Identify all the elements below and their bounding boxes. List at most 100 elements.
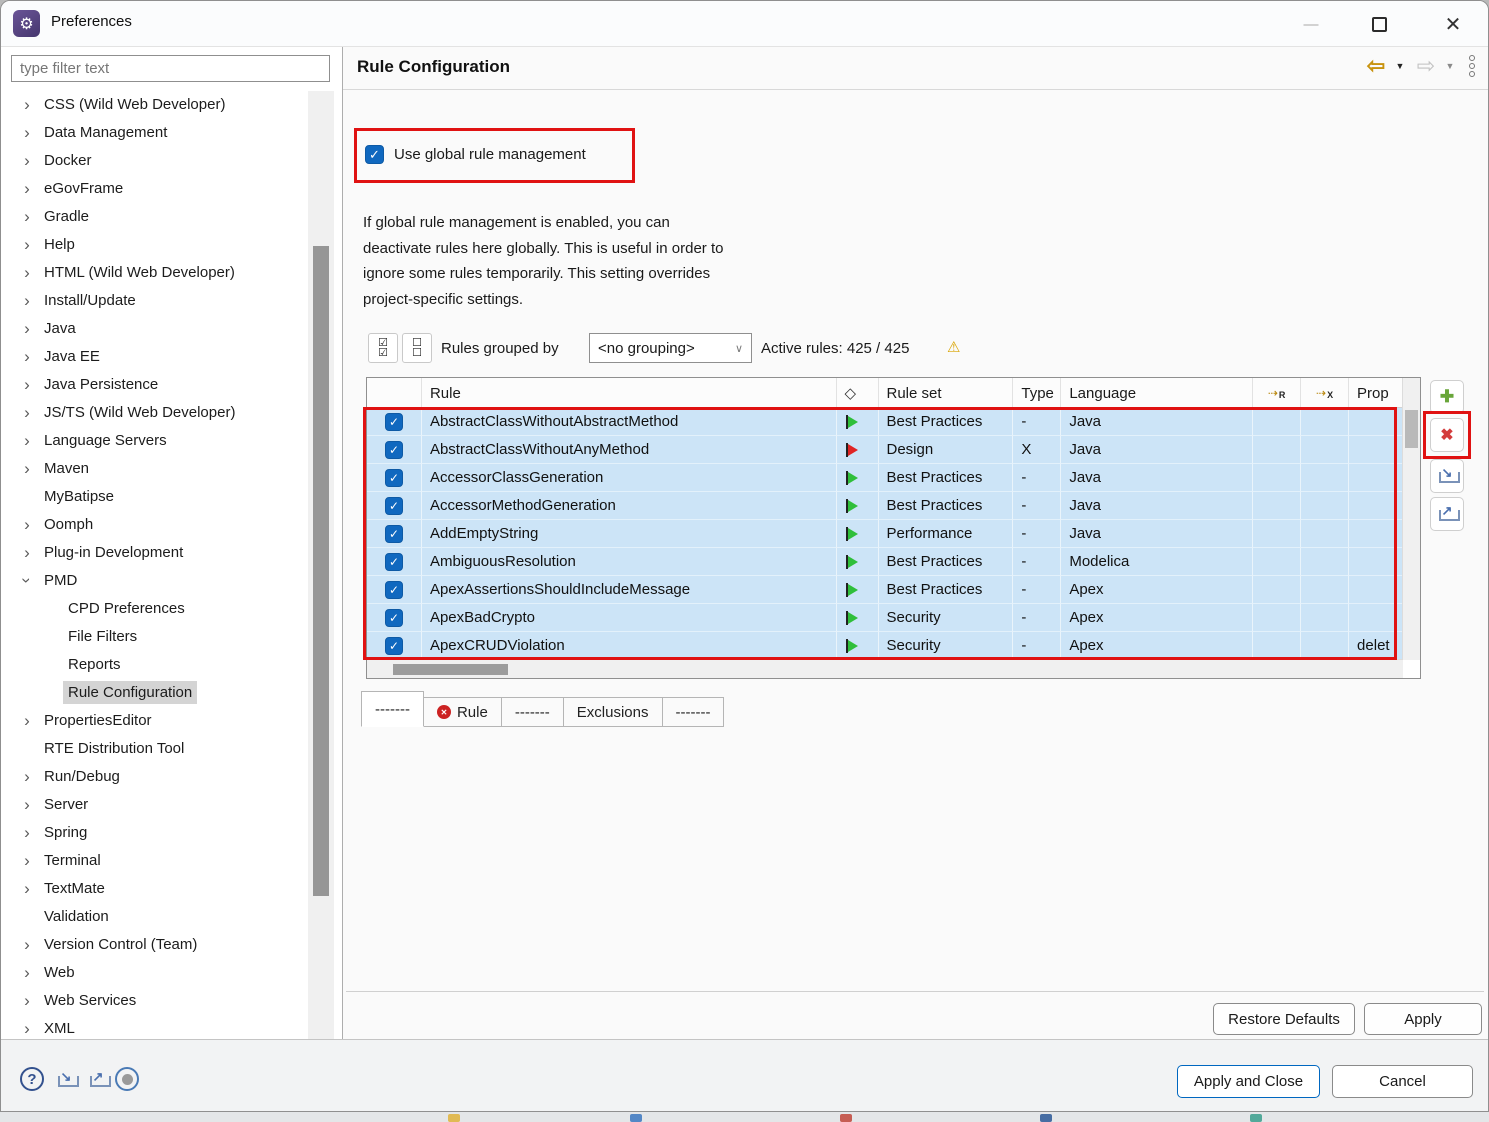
sidebar-item-js-ts-wild-web-developer[interactable]: ›JS/TS (Wild Web Developer) <box>1 398 307 426</box>
sidebar-item-install-update[interactable]: ›Install/Update <box>1 286 307 314</box>
rule-checkbox[interactable]: ✓ <box>385 553 403 571</box>
column-header-name[interactable]: Rule <box>422 378 837 408</box>
column-header-fr[interactable]: ⇢R <box>1253 378 1301 408</box>
sidebar-item-rule-configuration[interactable]: Rule Configuration <box>1 678 307 706</box>
sidebar-item-terminal[interactable]: ›Terminal <box>1 846 307 874</box>
forward-history-dropdown-icon[interactable]: ▼ <box>1441 53 1459 79</box>
tree-chevron-icon[interactable]: › <box>15 292 39 309</box>
import-preferences-button[interactable]: ↘ <box>53 1067 79 1093</box>
tree-chevron-icon[interactable]: › <box>15 712 39 729</box>
import-rules-button[interactable]: ↘ <box>1430 459 1464 493</box>
rule-checkbox-cell[interactable]: ✓ <box>367 576 422 604</box>
column-header-ruleset[interactable]: Rule set <box>879 378 1014 408</box>
sidebar-item-server[interactable]: ›Server <box>1 790 307 818</box>
column-header-flag[interactable]: ◇ <box>837 378 879 408</box>
rule-checkbox[interactable]: ✓ <box>385 637 403 655</box>
rule-checkbox-cell[interactable]: ✓ <box>367 520 422 548</box>
sidebar-item-maven[interactable]: ›Maven <box>1 454 307 482</box>
column-header-fx[interactable]: ⇢X <box>1301 378 1349 408</box>
deselect-all-rules-button[interactable]: ☐ ☐ <box>402 333 432 363</box>
sidebar-item-docker[interactable]: ›Docker <box>1 146 307 174</box>
rule-checkbox[interactable]: ✓ <box>385 497 403 515</box>
view-menu-icon[interactable] <box>1464 53 1480 79</box>
select-all-rules-button[interactable]: ☑ ☑ <box>368 333 398 363</box>
tab-rule[interactable]: ✕Rule <box>423 697 502 727</box>
tree-chevron-icon[interactable]: › <box>15 1020 39 1037</box>
table-row-abstractclasswithoutanymethod[interactable]: ✓AbstractClassWithoutAnyMethodDesignXJav… <box>367 436 1403 464</box>
add-rule-button[interactable]: ✚ <box>1430 380 1464 414</box>
tree-chevron-icon[interactable]: › <box>15 124 39 141</box>
sidebar-item-textmate[interactable]: ›TextMate <box>1 874 307 902</box>
tree-chevron-icon[interactable]: › <box>15 152 39 169</box>
sidebar-item-java-ee[interactable]: ›Java EE <box>1 342 307 370</box>
column-header-type[interactable]: Type <box>1013 378 1061 408</box>
sidebar-item-mybatipse[interactable]: MyBatipse <box>1 482 307 510</box>
back-arrow-icon[interactable]: ⇦ <box>1363 53 1389 79</box>
minimize-button[interactable]: — <box>1296 9 1326 39</box>
tree-chevron-icon[interactable]: › <box>15 348 39 365</box>
sidebar-item-reports[interactable]: Reports <box>1 650 307 678</box>
sidebar-item-validation[interactable]: Validation <box>1 902 307 930</box>
table-row-addemptystring[interactable]: ✓AddEmptyStringPerformance-Java <box>367 520 1403 548</box>
sidebar-item-help[interactable]: ›Help <box>1 230 307 258</box>
sidebar-scrollbar-thumb[interactable] <box>313 246 329 896</box>
rule-checkbox[interactable]: ✓ <box>385 525 403 543</box>
sidebar-item-web[interactable]: ›Web <box>1 958 307 986</box>
apply-and-close-button[interactable]: Apply and Close <box>1177 1065 1320 1098</box>
sidebar-item-version-control-team[interactable]: ›Version Control (Team) <box>1 930 307 958</box>
rule-checkbox-cell[interactable]: ✓ <box>367 436 422 464</box>
rule-checkbox-cell[interactable]: ✓ <box>367 464 422 492</box>
rule-checkbox[interactable]: ✓ <box>385 609 403 627</box>
sidebar-item-oomph[interactable]: ›Oomph <box>1 510 307 538</box>
sidebar-item-xml[interactable]: ›XML <box>1 1014 307 1042</box>
rule-checkbox[interactable]: ✓ <box>385 413 403 431</box>
tree-chevron-icon[interactable]: › <box>15 264 39 281</box>
table-horizontal-scrollbar[interactable] <box>367 659 1403 678</box>
tree-chevron-icon[interactable]: › <box>15 236 39 253</box>
tab-dashes-4[interactable]: ------- <box>662 697 725 727</box>
filter-input[interactable] <box>11 55 330 82</box>
tree-chevron-icon[interactable]: › <box>15 208 39 225</box>
maximize-button[interactable] <box>1364 9 1394 39</box>
tree-chevron-icon[interactable]: › <box>15 432 39 449</box>
rule-checkbox-cell[interactable]: ✓ <box>367 408 422 436</box>
export-preferences-button[interactable]: ↗ <box>85 1067 111 1093</box>
tree-chevron-icon[interactable]: › <box>15 180 39 197</box>
export-rules-button[interactable]: ↗ <box>1430 497 1464 531</box>
table-row-apexcrudviolation[interactable]: ✓ApexCRUDViolationSecurity-Apexdelet <box>367 632 1403 660</box>
tree-chevron-icon[interactable]: › <box>15 460 39 477</box>
tree-chevron-icon[interactable]: › <box>15 796 39 813</box>
use-global-rule-management-checkbox[interactable]: ✓ <box>365 145 384 164</box>
table-row-ambiguousresolution[interactable]: ✓AmbiguousResolutionBest Practices-Model… <box>367 548 1403 576</box>
tab-exclusions[interactable]: Exclusions <box>563 697 663 727</box>
rule-checkbox-cell[interactable]: ✓ <box>367 632 422 660</box>
sidebar-item-egovframe[interactable]: ›eGovFrame <box>1 174 307 202</box>
back-history-dropdown-icon[interactable]: ▼ <box>1391 53 1409 79</box>
use-global-rule-management-row[interactable]: ✓ Use global rule management <box>365 145 586 164</box>
sidebar-item-spring[interactable]: ›Spring <box>1 818 307 846</box>
sidebar-item-plug-in-development[interactable]: ›Plug-in Development <box>1 538 307 566</box>
rule-checkbox[interactable]: ✓ <box>385 441 403 459</box>
rule-checkbox-cell[interactable]: ✓ <box>367 604 422 632</box>
table-vertical-scrollbar-thumb[interactable] <box>1405 410 1418 448</box>
rule-checkbox[interactable]: ✓ <box>385 469 403 487</box>
restore-defaults-button[interactable]: Restore Defaults <box>1213 1003 1355 1035</box>
rule-checkbox[interactable]: ✓ <box>385 581 403 599</box>
tree-chevron-icon[interactable]: › <box>15 768 39 785</box>
tree-chevron-icon[interactable]: › <box>15 320 39 337</box>
sidebar-scrollbar[interactable] <box>308 91 334 1039</box>
rule-checkbox-cell[interactable]: ✓ <box>367 548 422 576</box>
sidebar-item-rte-distribution-tool[interactable]: RTE Distribution Tool <box>1 734 307 762</box>
tree-chevron-icon[interactable]: › <box>15 516 39 533</box>
sidebar-item-data-management[interactable]: ›Data Management <box>1 118 307 146</box>
table-horizontal-scrollbar-thumb[interactable] <box>393 664 508 675</box>
sidebar-item-file-filters[interactable]: File Filters <box>1 622 307 650</box>
cancel-button[interactable]: Cancel <box>1332 1065 1473 1098</box>
apply-button[interactable]: Apply <box>1364 1003 1482 1035</box>
tab-dashes-2[interactable]: ------- <box>501 697 564 727</box>
delete-rule-button[interactable]: ✖ <box>1430 418 1464 452</box>
tree-chevron-icon[interactable]: › <box>15 852 39 869</box>
tree-chevron-icon[interactable]: › <box>15 992 39 1009</box>
sidebar-item-language-servers[interactable]: ›Language Servers <box>1 426 307 454</box>
table-row-apexassertionsshouldincludemessage[interactable]: ✓ApexAssertionsShouldIncludeMessageBest … <box>367 576 1403 604</box>
